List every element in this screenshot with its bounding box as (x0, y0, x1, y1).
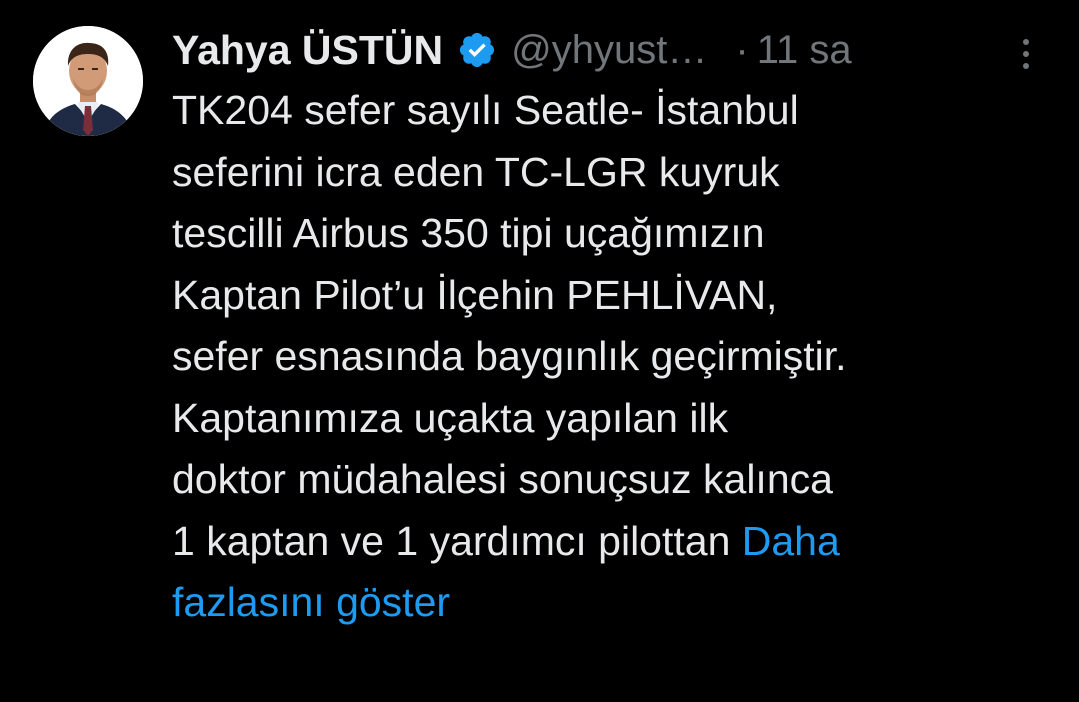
tweet-text-line-content: 1 kaptan ve 1 yardımcı pilottan (172, 517, 742, 564)
profile-avatar[interactable] (33, 26, 143, 136)
tweet-text-line: tescilli Airbus 350 tipi uçağımızın (172, 210, 765, 256)
separator-dot: · (735, 27, 749, 72)
author-display-name[interactable]: Yahya ÜSTÜN (172, 27, 443, 74)
tweet-text-line: Kaptanımıza uçakta yapılan ilk (172, 394, 729, 441)
tweet-text-line: TK204 sefer sayılı Seatle- İstanbul (172, 87, 799, 133)
tweet-text-line: 1 kaptan ve 1 yardımcı pilottan Daha (172, 511, 1052, 573)
verified-badge-icon[interactable] (457, 30, 497, 70)
tweet-text: TK204 sefer sayılı Seatle- İstanbul sefe… (172, 80, 1052, 634)
show-more-link-continued[interactable]: fazlasını göster (172, 572, 1052, 634)
author-handle[interactable]: @yhyust… (511, 28, 707, 73)
tweet-text-line: Kaptan Pilot’u İlçehin PEHLİVAN, (172, 271, 778, 318)
tweet-text-line: sefer esnasında baygınlık geçirmiştir. (172, 333, 847, 379)
tweet-header: Yahya ÜSTÜN @yhyust… · 11 sa (172, 22, 852, 78)
tweet-timestamp[interactable]: 11 sa (757, 28, 852, 73)
tweet[interactable]: Yahya ÜSTÜN @yhyust… · 11 sa TK204 sefer… (0, 0, 1079, 702)
tweet-text-line: seferini icra eden TC-LGR kuyruk (172, 148, 780, 195)
show-more-link[interactable]: Daha (742, 518, 840, 564)
tweet-text-line: doktor müdahalesi sonuçsuz kalınca (172, 456, 833, 502)
more-vertical-icon[interactable] (1016, 34, 1036, 74)
